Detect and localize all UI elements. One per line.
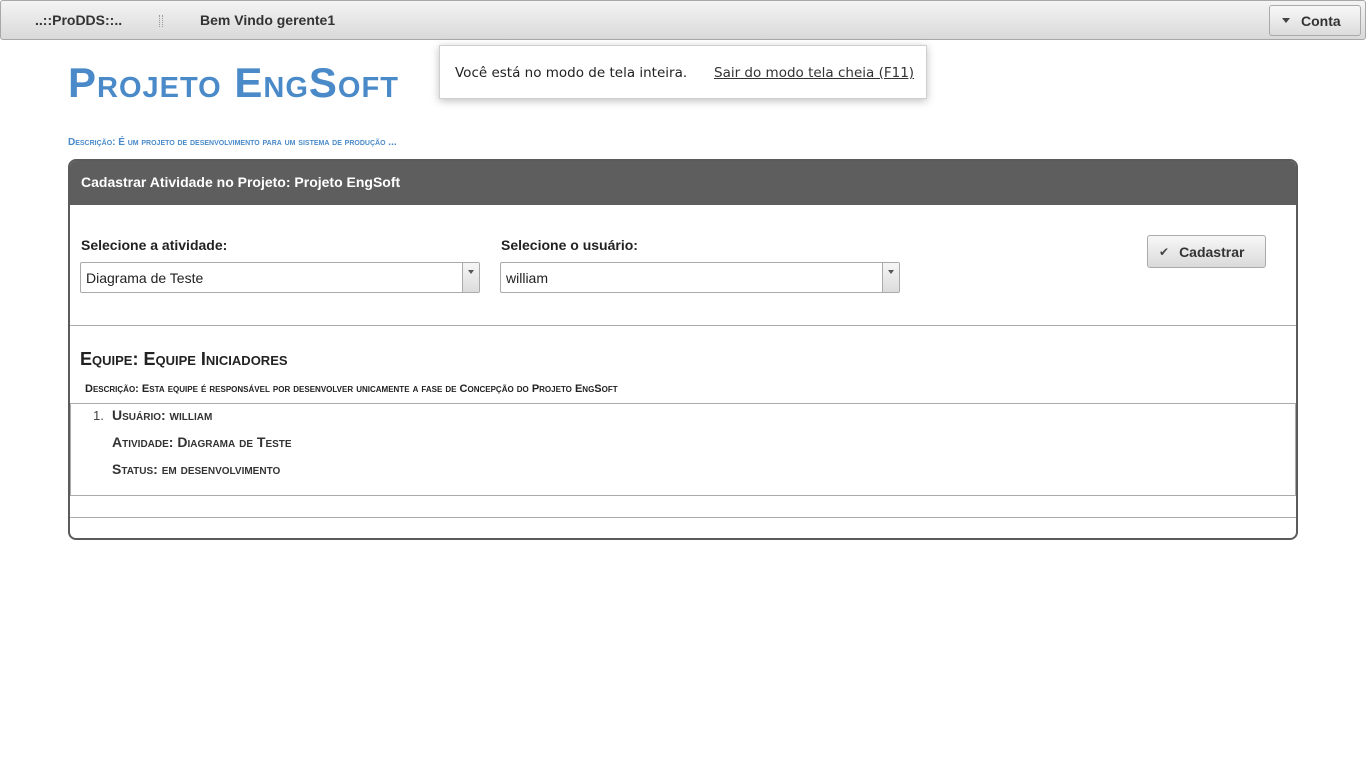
user-select-value: william: [506, 270, 548, 286]
list-item-number: 1.: [93, 408, 104, 423]
form-row: Selecione a atividade: Diagrama de Teste…: [70, 205, 1296, 326]
panel-header: Cadastrar Atividade no Projeto: Projeto …: [70, 161, 1296, 205]
fullscreen-message: Você está no modo de tela inteira.: [455, 65, 688, 81]
member-status: Status: em desenvolvimento: [112, 461, 281, 477]
chevron-down-icon[interactable]: [882, 263, 899, 292]
project-description: Descrição: É um projeto de desenvolvimen…: [68, 137, 397, 148]
team-description: Descrição: Esta equipe é responsável por…: [85, 383, 618, 395]
activity-label: Selecione a atividade:: [81, 237, 228, 253]
activity-select-value: Diagrama de Teste: [86, 270, 204, 286]
check-icon: ✔: [1159, 244, 1170, 259]
member-activity: Atividade: Diagrama de Teste: [112, 434, 292, 450]
member-user: Usuário: william: [112, 407, 213, 423]
fullscreen-notice: Você está no modo de tela inteira. Sair …: [439, 45, 927, 99]
register-activity-panel: Cadastrar Atividade no Projeto: Projeto …: [68, 159, 1298, 540]
caret-down-icon: [1282, 18, 1290, 23]
user-label: Selecione o usuário:: [501, 237, 638, 253]
activity-select[interactable]: Diagrama de Teste: [80, 262, 480, 293]
top-menubar: ..::ProDDS::.. Bem Vindo gerente1 Conta: [0, 0, 1366, 40]
panel-divider: [70, 517, 1296, 518]
team-title: Equipe: Equipe Iniciadores: [80, 349, 288, 369]
chevron-down-icon[interactable]: [462, 263, 479, 292]
cadastrar-button[interactable]: ✔ Cadastrar: [1147, 235, 1266, 268]
team-member-list: 1. Usuário: william Atividade: Diagrama …: [70, 403, 1296, 496]
cadastrar-button-label: Cadastrar: [1179, 243, 1245, 260]
exit-fullscreen-link[interactable]: Sair do modo tela cheia (F11): [714, 65, 914, 81]
app-brand[interactable]: ..::ProDDS::..: [35, 12, 122, 28]
user-select[interactable]: william: [500, 262, 900, 293]
account-menu-button[interactable]: Conta: [1269, 5, 1361, 36]
project-title: Projeto EngSoft: [68, 59, 399, 106]
menubar-separator: [159, 15, 163, 27]
welcome-text: Bem Vindo gerente1: [200, 12, 336, 28]
account-menu-label: Conta: [1301, 12, 1341, 29]
